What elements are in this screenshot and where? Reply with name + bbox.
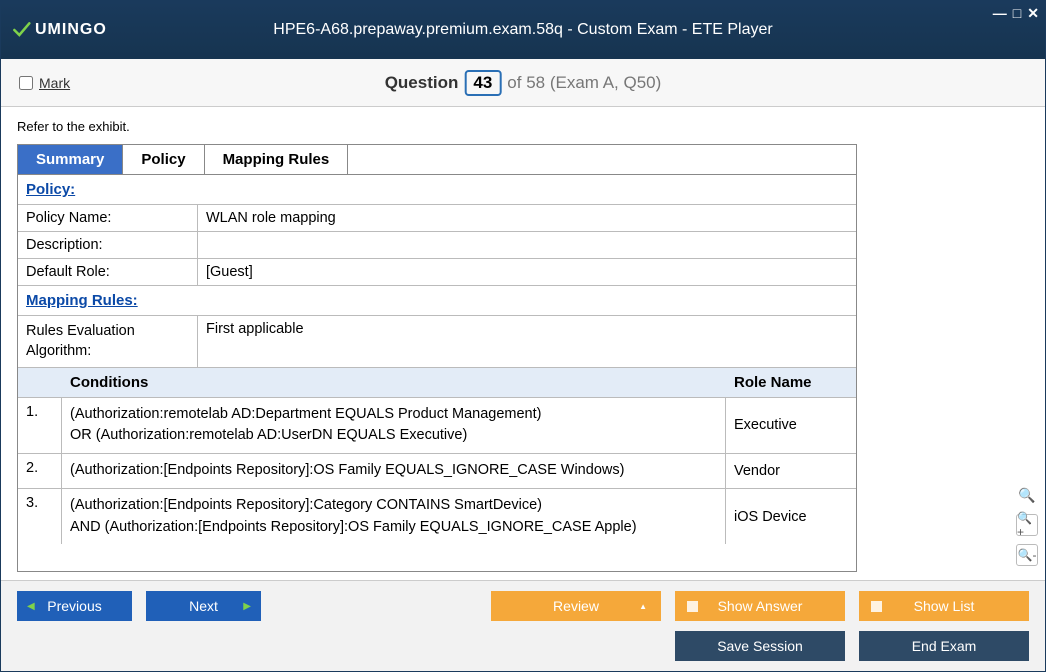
maximize-icon[interactable]: □	[1013, 5, 1021, 22]
next-label: Next	[189, 598, 218, 614]
tab-mapping-rules[interactable]: Mapping Rules	[205, 145, 349, 174]
rule-index: 3.	[18, 489, 62, 545]
minimize-icon[interactable]: —	[993, 5, 1007, 22]
mark-checkbox-input[interactable]	[19, 76, 33, 90]
previous-label: Previous	[47, 598, 101, 614]
close-icon[interactable]: ✕	[1027, 5, 1039, 22]
tab-policy[interactable]: Policy	[123, 145, 204, 174]
rule-condition: (Authorization:[Endpoints Repository]:Ca…	[62, 489, 726, 545]
mapping-rules-header: Mapping Rules:	[18, 285, 856, 315]
conditions-header: Conditions	[62, 368, 726, 397]
rule-index: 2.	[18, 454, 62, 488]
table-row: 3. (Authorization:[Endpoints Repository]…	[18, 488, 856, 545]
review-button[interactable]: Review▲	[491, 591, 661, 621]
policy-name-label: Policy Name:	[18, 205, 198, 231]
window-title: HPE6-A68.prepaway.premium.exam.58q - Cus…	[273, 21, 772, 39]
title-bar: UMINGO HPE6-A68.prepaway.premium.exam.58…	[1, 1, 1045, 59]
question-intro: Refer to the exhibit.	[17, 119, 993, 134]
description-label: Description:	[18, 232, 198, 258]
checkbox-icon	[687, 601, 698, 612]
logo: UMINGO	[11, 20, 107, 40]
review-label: Review	[553, 598, 599, 614]
tab-summary[interactable]: Summary	[18, 145, 123, 174]
question-word: Question	[385, 73, 459, 93]
zoom-in-button[interactable]: 🔍+	[1016, 514, 1038, 536]
mark-checkbox[interactable]: Mark	[19, 75, 70, 91]
policy-name-value: WLAN role mapping	[198, 205, 856, 231]
rules-eval-label: Rules Evaluation Algorithm:	[18, 316, 198, 367]
checkbox-icon	[871, 601, 882, 612]
question-total: of 58 (Exam A, Q50)	[507, 73, 661, 93]
magnifier-icon[interactable]: 🔍	[1016, 484, 1038, 506]
end-exam-button[interactable]: End Exam	[859, 631, 1029, 661]
rule-condition: (Authorization:remotelab AD:Department E…	[62, 398, 726, 454]
description-value	[198, 232, 856, 258]
show-list-label: Show List	[914, 598, 975, 614]
exhibit-panel: Summary Policy Mapping Rules Policy: Pol…	[17, 144, 857, 572]
save-session-button[interactable]: Save Session	[675, 631, 845, 661]
zoom-out-button[interactable]: 🔍-	[1016, 544, 1038, 566]
mark-label: Mark	[39, 75, 70, 91]
table-row: 1. (Authorization:remotelab AD:Departmen…	[18, 397, 856, 454]
table-row: 2. (Authorization:[Endpoints Repository]…	[18, 453, 856, 488]
rule-index: 1.	[18, 398, 62, 454]
check-icon	[11, 20, 31, 40]
question-indicator: Question 43 of 58 (Exam A, Q50)	[385, 70, 662, 96]
rules-eval-value: First applicable	[198, 316, 856, 367]
question-number: 43	[464, 70, 501, 96]
default-role-value: [Guest]	[198, 259, 856, 285]
role-name-header: Role Name	[726, 368, 856, 397]
rule-role: iOS Device	[726, 489, 856, 545]
rule-role: Vendor	[726, 454, 856, 488]
policy-header: Policy:	[18, 175, 856, 204]
rule-role: Executive	[726, 398, 856, 454]
previous-button[interactable]: ◀Previous	[17, 591, 132, 621]
logo-text: UMINGO	[35, 21, 107, 39]
show-list-button[interactable]: Show List	[859, 591, 1029, 621]
rule-condition: (Authorization:[Endpoints Repository]:OS…	[62, 454, 726, 488]
next-button[interactable]: Next▶	[146, 591, 261, 621]
show-answer-label: Show Answer	[718, 598, 803, 614]
default-role-label: Default Role:	[18, 259, 198, 285]
show-answer-button[interactable]: Show Answer	[675, 591, 845, 621]
